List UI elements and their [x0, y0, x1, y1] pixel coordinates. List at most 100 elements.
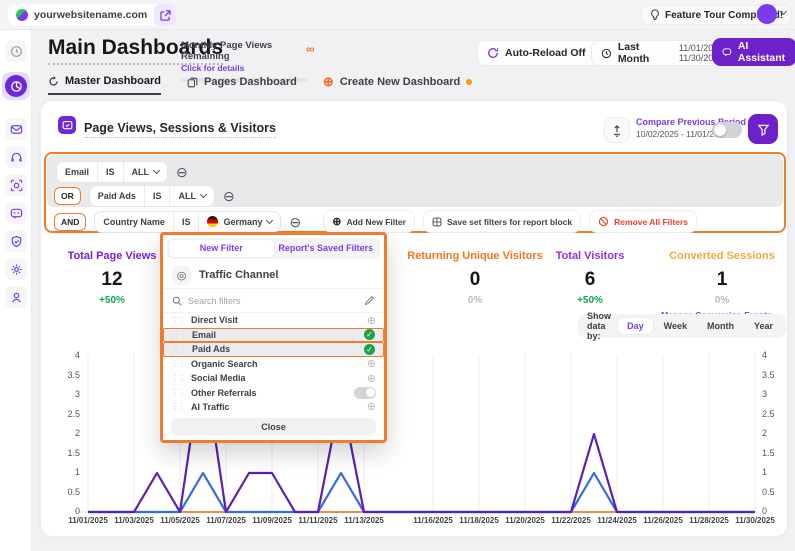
conjunction-badge[interactable]: AND [54, 213, 86, 231]
add-plus-circle-icon[interactable]: ⊕ [367, 400, 376, 413]
filter-button[interactable] [748, 114, 778, 144]
save-filters-label: Save set filters for report block [447, 217, 572, 227]
tab-label: Master Dashboard [65, 75, 161, 87]
sidebar-item-dashboards[interactable] [2, 72, 30, 100]
quota-details-link[interactable]: Click for details [181, 63, 311, 73]
filter-operator[interactable]: IS [144, 186, 170, 206]
sidebar-item-tracking[interactable] [5, 174, 27, 196]
filter-operator[interactable]: IS [173, 212, 199, 232]
sidebar-item-chat[interactable] [5, 202, 27, 224]
drag-handle-icon[interactable]: ⋮⋮ [171, 316, 185, 325]
selected-check-icon[interactable]: ✓ [364, 329, 375, 340]
export-button[interactable] [604, 117, 630, 143]
filter-field[interactable]: Country Name [95, 212, 173, 232]
popup-close-button[interactable]: Close [171, 418, 376, 435]
y-axis-label: 2.5 [56, 409, 80, 419]
y-axis-label: 2.5 [762, 409, 786, 419]
filter-value-dropdown[interactable]: Germany [198, 212, 280, 232]
compare-toggle[interactable] [712, 122, 742, 138]
filter-condition[interactable]: Country Name IS Germany [94, 211, 281, 233]
remove-condition-icon[interactable]: ⊖ [289, 215, 301, 229]
conjunction-badge[interactable]: OR [54, 187, 81, 205]
filter-item-organic-search[interactable]: ⋮⋮ Organic Search ⊕ [163, 357, 384, 371]
popup-search-row [163, 289, 384, 313]
drag-handle-icon[interactable]: ⋮⋮ [171, 388, 185, 397]
add-plus-circle-icon[interactable]: ⊕ [367, 357, 376, 370]
popup-tab-new-filter[interactable]: New Filter [169, 240, 274, 257]
auto-reload-dropdown[interactable]: Auto-Reload Off [477, 40, 607, 66]
sidebar-item-inbox[interactable] [5, 118, 27, 140]
filter-item-paid-ads[interactable]: ⋮⋮ Paid Ads ✓ [163, 342, 384, 356]
remove-condition-icon[interactable]: ⊖ [223, 189, 235, 203]
filter-item-email[interactable]: ⋮⋮ Email ✓ [163, 328, 384, 342]
panel-title: Page Views, Sessions & Visitors [84, 121, 276, 138]
granularity-month[interactable]: Month [698, 318, 743, 334]
selected-check-icon[interactable]: ✓ [364, 344, 375, 355]
x-axis-label: 11/13/2025 [332, 516, 396, 525]
filter-item-label: Organic Search [191, 359, 361, 369]
drag-handle-icon[interactable]: ⋮⋮ [171, 359, 185, 368]
filter-operator[interactable]: IS [97, 162, 123, 182]
popup-category-row[interactable]: ◎ Traffic Channel [163, 262, 384, 290]
item-toggle[interactable] [354, 387, 376, 399]
y-axis-label: 1 [56, 467, 80, 477]
ai-assistant-button[interactable]: AI Assistant [712, 38, 795, 66]
metric-converted-sessions: Converted Sessions 1 0% Manage Conversio… [648, 250, 795, 320]
sidebar-item-support[interactable] [5, 146, 27, 168]
popup-category-label: Traffic Channel [199, 269, 278, 281]
sidebar-item-history[interactable] [5, 40, 27, 62]
drag-handle-icon[interactable]: ⋮⋮ [172, 345, 186, 354]
filter-item-social-media[interactable]: ⋮⋮ Social Media ⊕ [163, 371, 384, 385]
tab-pages-dashboard[interactable]: Pages Dashboard [187, 76, 297, 94]
plus-circle-icon: ⊕ [332, 215, 341, 228]
granularity-week[interactable]: Week [655, 318, 696, 334]
remove-all-filters-button[interactable]: Remove All Filters [589, 210, 697, 233]
y-axis-label: 4 [762, 350, 786, 360]
metric-label: Returning Unique Visitors [400, 250, 550, 262]
remove-condition-icon[interactable]: ⊖ [176, 165, 188, 179]
website-selector[interactable]: yourwebsitename.com [8, 4, 174, 26]
drag-handle-icon[interactable]: ⋮⋮ [171, 374, 185, 383]
add-plus-circle-icon[interactable]: ⊕ [367, 314, 376, 327]
save-layout-icon [432, 217, 442, 227]
filter-condition[interactable]: Email IS ALL [56, 161, 168, 183]
pages-dashboard-icon [187, 77, 198, 88]
clear-pencil-icon[interactable] [364, 295, 375, 306]
save-filters-button[interactable]: Save set filters for report block [423, 210, 581, 233]
filter-field[interactable]: Email [57, 162, 97, 182]
tab-create-new-dashboard[interactable]: ⊕ Create New Dashboard [323, 76, 472, 94]
search-input[interactable] [188, 296, 358, 306]
open-website-button[interactable] [154, 4, 176, 26]
granularity-day[interactable]: Day [618, 318, 653, 334]
chat-bubble-icon [722, 46, 732, 58]
add-new-filter-button[interactable]: ⊕ Add New Filter [323, 210, 415, 233]
drag-handle-icon[interactable]: ⋮⋮ [172, 330, 186, 339]
filter-item-direct-visit[interactable]: ⋮⋮ Direct Visit ⊕ [163, 313, 384, 327]
top-bar: yourwebsitename.com Feature Tour Complet… [0, 0, 795, 30]
tab-master-dashboard[interactable]: Master Dashboard [48, 75, 161, 95]
filter-item-other-referrals[interactable]: ⋮⋮ Other Referrals [163, 385, 384, 399]
chevron-down-icon [200, 191, 207, 198]
show-data-by: Show data by: Day Week Month Year [578, 314, 786, 338]
popup-tab-saved-filters[interactable]: Report's Saved Filters [274, 240, 379, 257]
drag-handle-icon[interactable]: ⋮⋮ [171, 402, 185, 411]
sidebar-item-security[interactable] [5, 230, 27, 252]
report-block-icon[interactable] [58, 116, 76, 134]
sidebar-item-settings[interactable] [5, 258, 27, 280]
funnel-icon [757, 123, 770, 136]
avatar[interactable] [757, 4, 777, 24]
lightbulb-icon [650, 9, 660, 21]
granularity-year[interactable]: Year [745, 318, 782, 334]
add-plus-circle-icon[interactable]: ⊕ [367, 372, 376, 385]
filter-item-ai-traffic[interactable]: ⋮⋮ AI Traffic ⊕ [163, 400, 384, 414]
clock-icon [601, 48, 612, 59]
filter-field[interactable]: Paid Ads [90, 186, 144, 206]
dashboard-tabs: Master Dashboard Pages Dashboard ⊕ Creat… [48, 74, 472, 96]
filter-value-dropdown[interactable]: ALL [169, 186, 214, 206]
filter-item-label: Other Referrals [191, 388, 348, 398]
filter-condition[interactable]: Paid Ads IS ALL [89, 185, 215, 207]
filter-value-dropdown[interactable]: ALL [123, 162, 168, 182]
sidebar-item-visitors[interactable] [5, 286, 27, 308]
metric-value: 6 [540, 269, 640, 291]
y-axis-label: 0.5 [56, 487, 80, 497]
